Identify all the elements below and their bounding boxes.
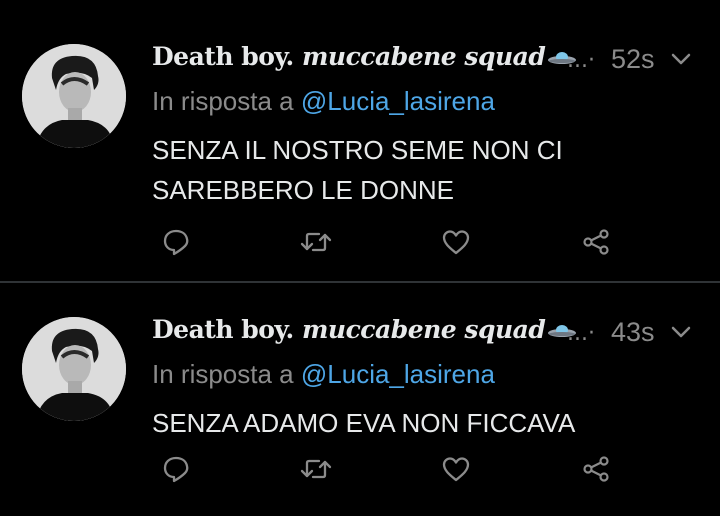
- reply-icon[interactable]: [156, 449, 196, 489]
- reply-mention-link[interactable]: @Lucia_lasirena: [301, 86, 495, 116]
- tweet-divider: [0, 281, 720, 283]
- tweet[interactable]: Death boy. muccabene squad ...· 43s In r…: [0, 285, 720, 516]
- reply-mention-link[interactable]: @Lucia_lasirena: [301, 359, 495, 389]
- timestamp[interactable]: 43s: [611, 317, 655, 348]
- reply-context: In risposta a @Lucia_lasirena: [152, 359, 495, 390]
- reply-prefix: In risposta a: [152, 86, 294, 116]
- avatar[interactable]: [22, 44, 126, 148]
- heart-icon[interactable]: [436, 222, 476, 262]
- chevron-down-icon[interactable]: [668, 319, 694, 349]
- tweet[interactable]: Death boy. muccabene squad ...· 52s In r…: [0, 12, 720, 280]
- tweet-header: Death boy. muccabene squad ...· 52s: [152, 42, 700, 78]
- tweet-actions: [152, 222, 660, 262]
- timestamp[interactable]: 52s: [611, 44, 655, 75]
- author-name-text: Death boy.: [152, 315, 294, 344]
- retweet-icon[interactable]: [296, 449, 336, 489]
- tweet-text: SENZA IL NOSTRO SEME NON CI SAREBBERO LE…: [152, 135, 563, 205]
- author-name-text: Death boy.: [152, 42, 294, 71]
- avatar[interactable]: [22, 317, 126, 421]
- tweet-actions: [152, 449, 660, 489]
- author-squad-text: muccabene squad: [301, 315, 546, 344]
- timeline: Death boy. muccabene squad ...· 52s In r…: [0, 0, 720, 516]
- share-icon[interactable]: [576, 222, 616, 262]
- retweet-icon[interactable]: [296, 222, 336, 262]
- truncation-ellipsis: ...·: [567, 321, 595, 346]
- reply-prefix: In risposta a: [152, 359, 294, 389]
- chevron-down-icon[interactable]: [668, 46, 694, 76]
- reply-context: In risposta a @Lucia_lasirena: [152, 86, 495, 117]
- share-icon[interactable]: [576, 449, 616, 489]
- tweet-text: SENZA ADAMO EVA NON FICCAVA: [152, 408, 576, 438]
- author-name[interactable]: Death boy. muccabene squad: [152, 42, 577, 73]
- truncation-ellipsis: ...·: [567, 48, 595, 73]
- tweet-header: Death boy. muccabene squad ...· 43s: [152, 315, 700, 351]
- heart-icon[interactable]: [436, 449, 476, 489]
- author-name[interactable]: Death boy. muccabene squad: [152, 315, 577, 346]
- reply-icon[interactable]: [156, 222, 196, 262]
- author-squad-text: muccabene squad: [301, 42, 546, 71]
